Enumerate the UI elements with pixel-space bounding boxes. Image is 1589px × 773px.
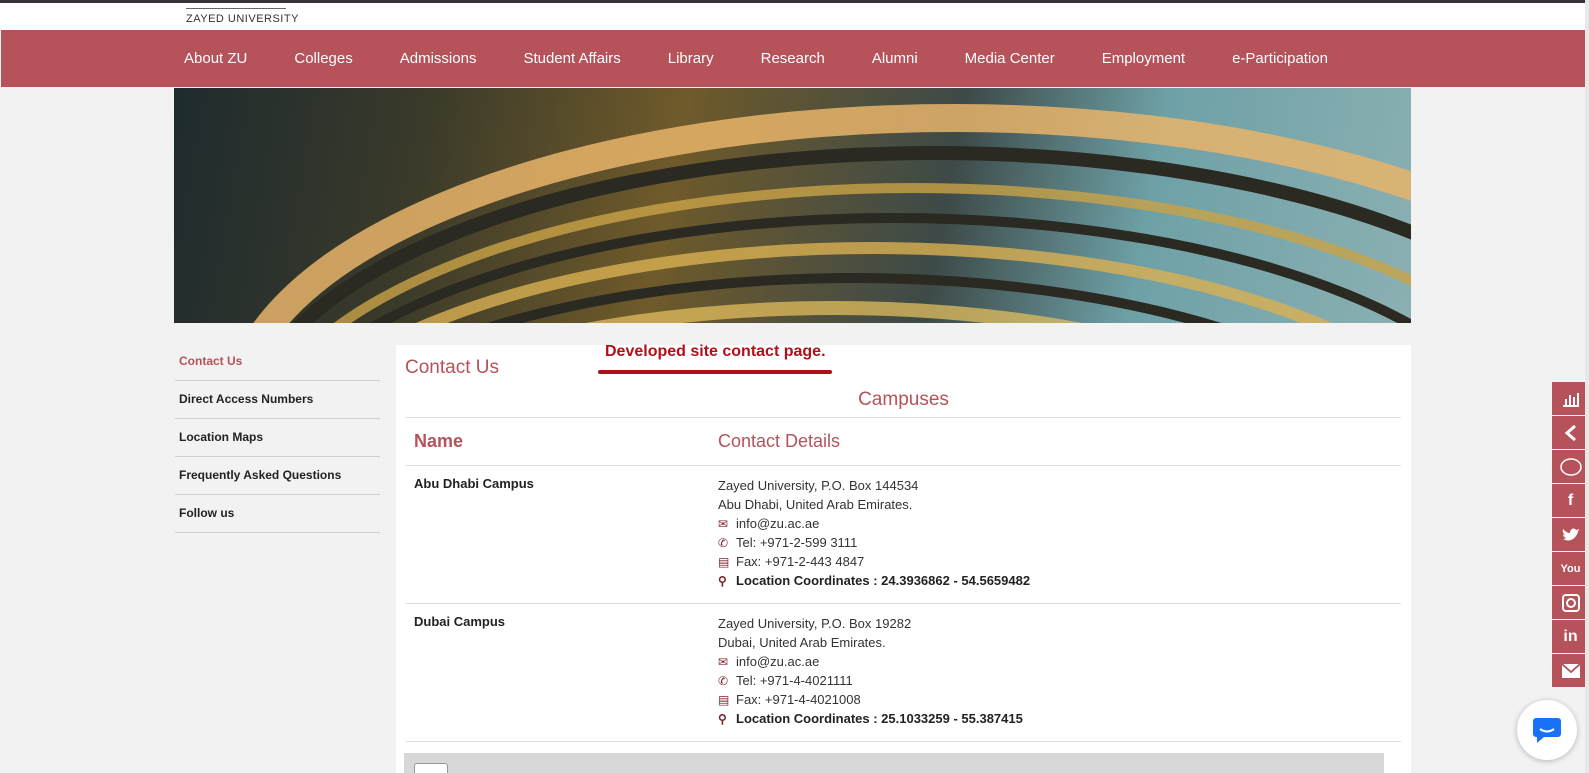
nav-item-student-affairs[interactable]: Student Affairs [523,50,620,67]
fax-icon: ▤ [718,693,730,707]
nav-item-admissions[interactable]: Admissions [400,50,477,67]
address-line: Dubai, United Arab Emirates. [718,635,886,650]
main-nav: About ZU Colleges Admissions Student Aff… [1,30,1586,87]
facebook-icon[interactable]: f [1552,484,1589,517]
column-header-name: Name [414,431,464,451]
instagram-icon[interactable] [1552,586,1589,619]
sidebar-item-follow-us[interactable]: Follow us [175,495,380,533]
sidebar-item-direct-access-numbers[interactable]: Direct Access Numbers [175,381,380,419]
page-title: Contact Us [405,357,499,378]
top-header: ZAYED UNIVERSITY [0,0,1589,30]
sidebar-item-location-maps[interactable]: Location Maps [175,419,380,457]
email-link[interactable]: info@zu.ac.ae [736,654,819,669]
phone-icon: ✆ [718,536,729,550]
envelope-icon: ✉ [718,655,729,669]
contact-details: Zayed University, P.O. Box 19282 Dubai, … [718,614,1401,728]
section-title: Campuses [858,389,949,410]
fax: Fax: +971-2-443 4847 [736,554,865,569]
nav-item-about[interactable]: About ZU [184,50,247,67]
hero-banner-image [174,88,1411,323]
main-content: Contact Us Campuses Name Contact Details… [396,345,1411,773]
location-coordinates: Location Coordinates : 25.1033259 - 55.3… [736,711,1023,726]
contact-details: Zayed University, P.O. Box 144534 Abu Dh… [718,476,1401,590]
map-marker-icon: ⚲ [718,574,727,588]
fax: Fax: +971-4-4021008 [736,692,861,707]
map-marker-icon: ⚲ [718,712,727,726]
telephone: Tel: +971-2-599 3111 [736,535,858,550]
location-coordinates: Location Coordinates : 24.3936862 - 54.5… [736,573,1031,588]
address-line: Zayed University, P.O. Box 19282 [718,616,912,631]
address-line: Zayed University, P.O. Box 144534 [718,478,919,493]
chat-widget-button[interactable] [1517,700,1577,760]
address-line: Abu Dhabi, United Arab Emirates. [718,497,913,512]
chart-icon[interactable] [1552,382,1589,415]
linkedin-icon[interactable]: in [1552,620,1589,653]
table-row: Dubai Campus Zayed University, P.O. Box … [406,603,1401,742]
twitter-icon[interactable] [1552,518,1589,551]
envelope-icon: ✉ [718,517,729,531]
nav-item-alumni[interactable]: Alumni [872,50,918,67]
scrollbar[interactable] [1585,0,1589,773]
campuses-table: Name Contact Details Abu Dhabi Campus Za… [406,417,1401,742]
nav-item-research[interactable]: Research [761,50,825,67]
panel-toggle[interactable] [414,763,448,773]
next-section-panel [404,753,1384,773]
email-link[interactable]: info@zu.ac.ae [736,516,819,531]
university-name[interactable]: ZAYED UNIVERSITY [186,13,299,25]
circle-icon[interactable] [1552,450,1589,483]
nav-item-media-center[interactable]: Media Center [965,50,1055,67]
nav-item-library[interactable]: Library [668,50,714,67]
logo-icon[interactable] [186,3,286,9]
column-header-contact: Contact Details [718,431,841,451]
sidebar-item-contact-us[interactable]: Contact Us [175,343,380,381]
table-row: Abu Dhabi Campus Zayed University, P.O. … [406,465,1401,603]
campus-name: Abu Dhabi Campus [414,476,534,491]
phone-icon: ✆ [718,674,729,688]
table-header-row: Name Contact Details [406,417,1401,465]
annotation-underline [598,370,832,374]
nav-item-colleges[interactable]: Colleges [294,50,352,67]
telephone: Tel: +971-4-4021111 [736,673,853,688]
campus-name: Dubai Campus [414,614,506,629]
fax-icon: ▤ [718,555,730,569]
chevron-left-icon[interactable] [1552,416,1589,449]
sidebar-item-faq[interactable]: Frequently Asked Questions [175,457,380,495]
envelope-icon[interactable] [1552,654,1589,687]
sidebar-nav: Contact Us Direct Access Numbers Locatio… [175,343,380,533]
chat-icon [1533,718,1561,743]
nav-item-e-participation[interactable]: e-Participation [1232,50,1328,67]
nav-item-employment[interactable]: Employment [1102,50,1185,67]
youtube-icon[interactable]: You [1552,552,1589,585]
social-sidebar: f You in [1552,382,1589,688]
annotation-note: Developed site contact page. [605,343,826,360]
